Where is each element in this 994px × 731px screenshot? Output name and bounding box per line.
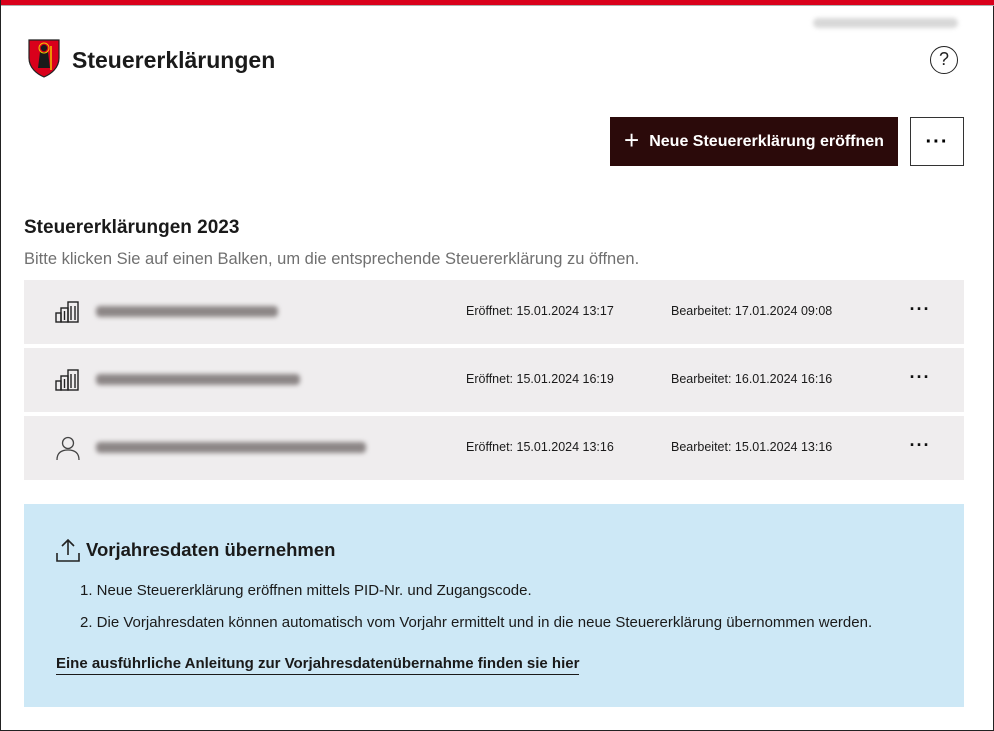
edited-date: Bearbeitet: 16.01.2024 16:16	[671, 372, 833, 386]
guide-link[interactable]: Eine ausführliche Anleitung zur Vorjahre…	[56, 655, 580, 675]
tax-return-row[interactable]: Eröffnet: 15.01.2024 13:17 Bearbeitet: 1…	[24, 280, 964, 344]
building-icon	[55, 369, 79, 391]
more-options-button[interactable]: ···	[910, 117, 964, 166]
user-account-redacted[interactable]	[813, 18, 958, 28]
edited-date: Bearbeitet: 15.01.2024 13:16	[671, 440, 833, 454]
section-hint: Bitte klicken Sie auf einen Balken, um d…	[24, 250, 640, 268]
edited-date: Bearbeitet: 17.01.2024 09:08	[671, 304, 833, 318]
tax-return-row[interactable]: Eröffnet: 15.01.2024 13:16 Bearbeitet: 1…	[24, 416, 964, 480]
tax-return-name-redacted	[96, 442, 366, 453]
app-window: Steuererklärungen ? + Neue Steuererkläru…	[0, 0, 994, 731]
row-more-button[interactable]: ···	[902, 366, 938, 394]
page-title: Steuererklärungen	[72, 47, 276, 73]
tax-return-name-redacted	[96, 374, 300, 385]
tax-return-name-redacted	[96, 306, 278, 317]
instruction-step: 1. Neue Steuererklärung eröffnen mittels…	[80, 582, 532, 599]
new-tax-return-button[interactable]: + Neue Steuererklärung eröffnen	[610, 117, 898, 166]
coat-of-arms-logo	[28, 39, 60, 78]
row-more-button[interactable]: ···	[902, 434, 938, 462]
instruction-list: 1. Neue Steuererklärung eröffnen mittels…	[80, 582, 872, 646]
previous-year-data-panel: Vorjahresdaten übernehmen 1. Neue Steuer…	[24, 504, 964, 707]
opened-date: Eröffnet: 15.01.2024 13:16	[466, 440, 614, 454]
opened-date: Eröffnet: 15.01.2024 13:17	[466, 304, 614, 318]
brand-top-bar	[1, 0, 994, 6]
section-title: Steuererklärungen 2023	[24, 217, 240, 238]
building-icon	[55, 301, 79, 323]
ellipsis-icon: ···	[925, 130, 949, 153]
tax-return-row[interactable]: Eröffnet: 15.01.2024 16:19 Bearbeitet: 1…	[24, 348, 964, 412]
new-tax-return-label: Neue Steuererklärung eröffnen	[649, 132, 884, 150]
upload-icon	[56, 538, 80, 562]
opened-date: Eröffnet: 15.01.2024 16:19	[466, 372, 614, 386]
person-icon	[56, 436, 80, 461]
plus-icon: +	[624, 125, 640, 155]
panel-title: Vorjahresdaten übernehmen	[86, 539, 336, 560]
row-more-button[interactable]: ···	[902, 298, 938, 326]
help-button[interactable]: ?	[930, 46, 958, 74]
instruction-step: 2. Die Vorjahresdaten können automatisch…	[80, 614, 873, 631]
question-circle-icon: ?	[938, 49, 949, 69]
